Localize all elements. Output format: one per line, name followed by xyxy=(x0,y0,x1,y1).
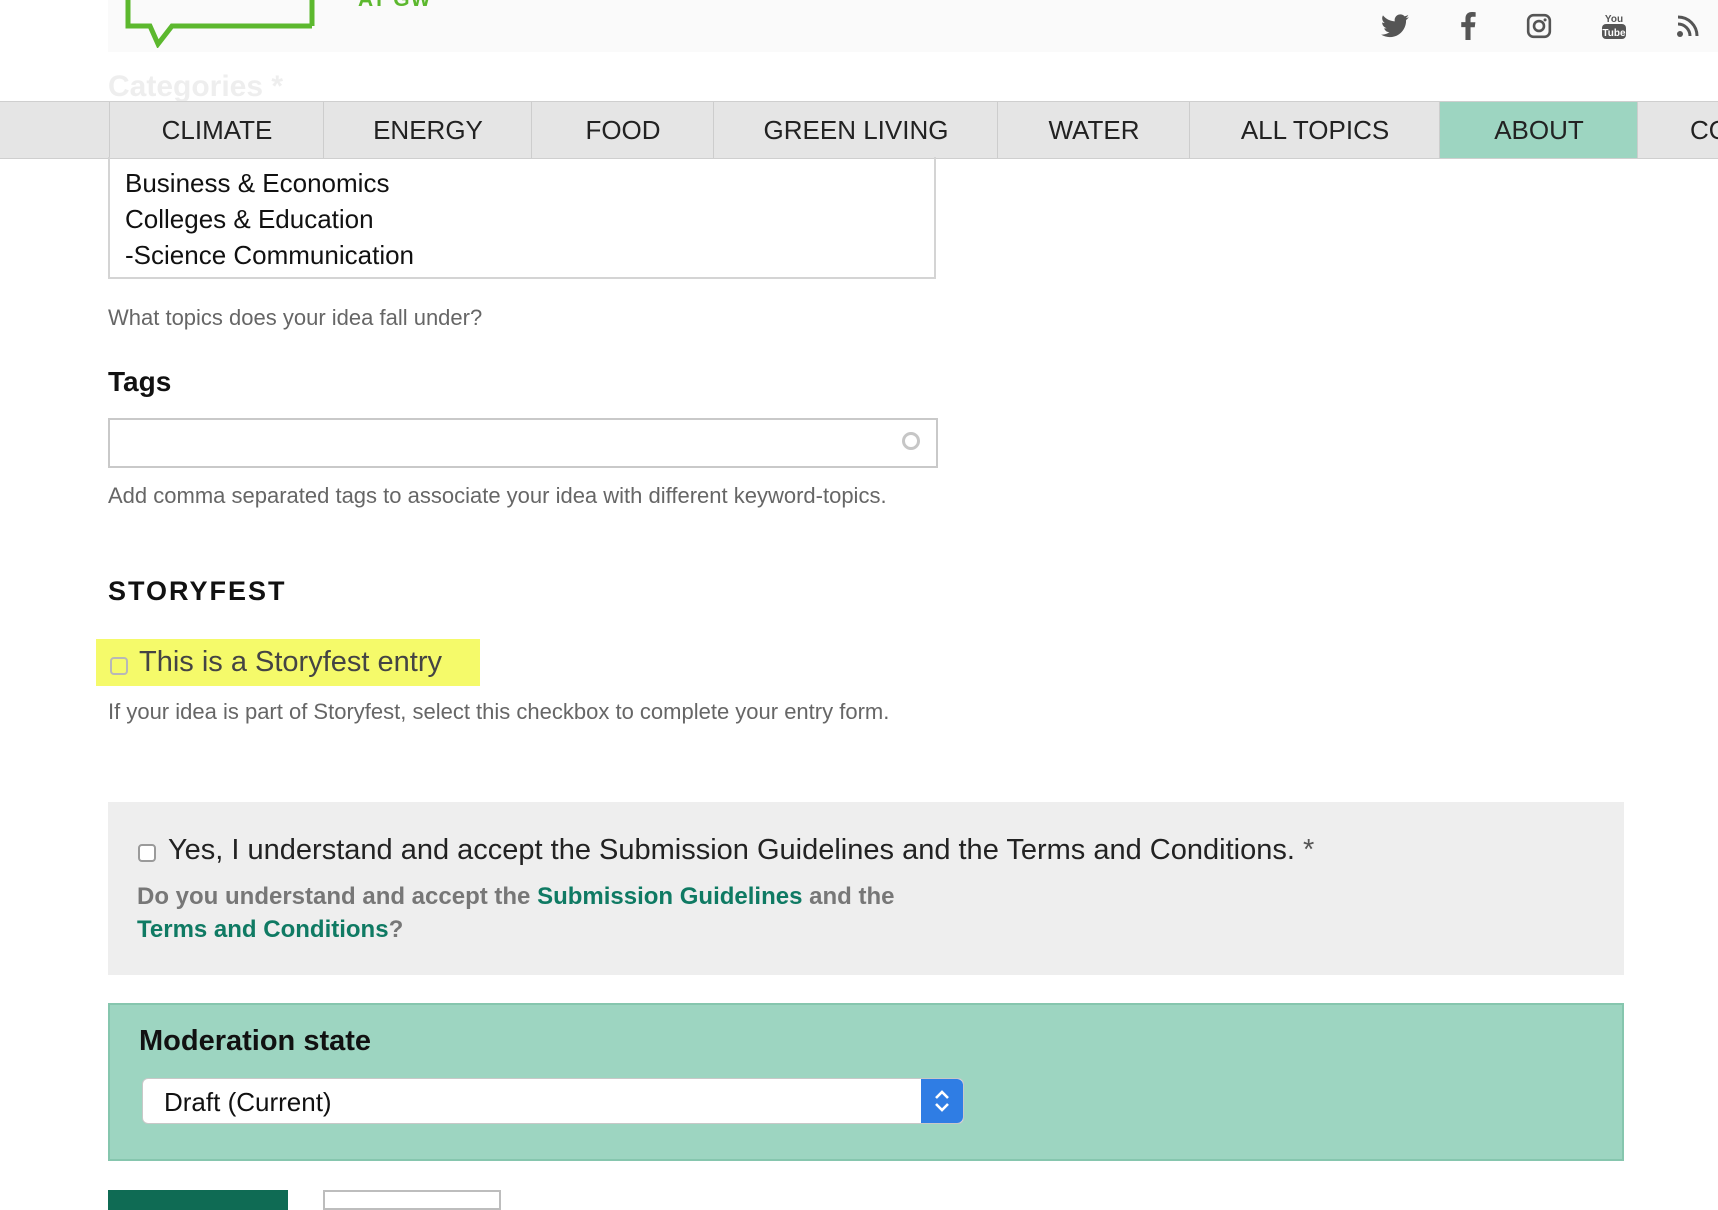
storyfest-checkbox-label[interactable]: This is a Storyfest entry xyxy=(139,646,442,679)
autocomplete-throbber-icon xyxy=(902,432,920,450)
svg-text:Tube: Tube xyxy=(1602,28,1626,39)
terms-help-suffix: ? xyxy=(388,916,404,943)
terms-checkbox[interactable] xyxy=(138,844,156,862)
logo-text: AT GW xyxy=(358,0,431,12)
tags-field[interactable] xyxy=(108,418,938,468)
select-arrows-icon xyxy=(921,1079,963,1123)
moderation-label: Moderation state xyxy=(139,1025,372,1057)
site-logo[interactable] xyxy=(120,0,320,49)
facebook-icon[interactable] xyxy=(1448,8,1488,44)
svg-text:You: You xyxy=(1605,14,1623,25)
twitter-icon[interactable] xyxy=(1375,8,1415,44)
preview-button[interactable] xyxy=(323,1190,501,1210)
moderation-selected-value: Draft (Current) xyxy=(164,1087,332,1117)
category-option[interactable]: -Science Communication xyxy=(125,240,414,271)
terms-label-text: Yes, I understand and accept the Submiss… xyxy=(168,834,1295,866)
nav-item-food[interactable]: FOOD xyxy=(531,102,714,158)
youtube-icon[interactable]: You Tube xyxy=(1594,8,1634,44)
category-option[interactable]: Colleges & Education xyxy=(125,204,374,235)
save-button[interactable] xyxy=(108,1190,288,1210)
nav-item-climate[interactable]: CLIMATE xyxy=(109,102,324,158)
category-option[interactable]: Business & Economics xyxy=(125,168,389,199)
terms-help: Do you understand and accept the Submiss… xyxy=(137,880,897,946)
submission-guidelines-link[interactable]: Submission Guidelines xyxy=(537,883,802,910)
storyfest-heading: STORYFEST xyxy=(108,576,287,606)
categories-label: Categories * xyxy=(108,70,284,103)
nav-item-energy[interactable]: ENERGY xyxy=(323,102,532,158)
nav-item-green-living[interactable]: GREEN LIVING xyxy=(713,102,998,158)
categories-select[interactable]: Business & Economics Colleges & Educatio… xyxy=(108,157,936,279)
nav-item-contact[interactable]: CO xyxy=(1637,102,1718,158)
required-mark: * xyxy=(1302,834,1315,866)
moderation-state-select[interactable]: Draft (Current) xyxy=(142,1078,964,1124)
storyfest-checkbox[interactable] xyxy=(110,657,128,675)
tags-help: Add comma separated tags to associate yo… xyxy=(108,483,887,508)
main-nav: CLIMATE ENERGY FOOD GREEN LIVING WATER A… xyxy=(0,101,1718,159)
nav-item-all-topics[interactable]: ALL TOPICS xyxy=(1189,102,1440,158)
instagram-icon[interactable] xyxy=(1519,8,1559,44)
terms-help-mid: and the xyxy=(802,883,895,910)
rss-icon[interactable] xyxy=(1668,8,1708,44)
terms-checkbox-label[interactable]: Yes, I understand and accept the Submiss… xyxy=(168,834,1314,867)
nav-item-water[interactable]: WATER xyxy=(997,102,1190,158)
categories-help: What topics does your idea fall under? xyxy=(108,305,483,330)
storyfest-help: If your idea is part of Storyfest, selec… xyxy=(108,699,890,724)
nav-item-about[interactable]: ABOUT xyxy=(1439,102,1638,158)
tags-label: Tags xyxy=(108,366,172,397)
terms-and-conditions-link[interactable]: Terms and Conditions xyxy=(137,916,389,943)
tags-input[interactable] xyxy=(120,428,884,460)
terms-help-prefix: Do you understand and accept the xyxy=(137,883,538,910)
